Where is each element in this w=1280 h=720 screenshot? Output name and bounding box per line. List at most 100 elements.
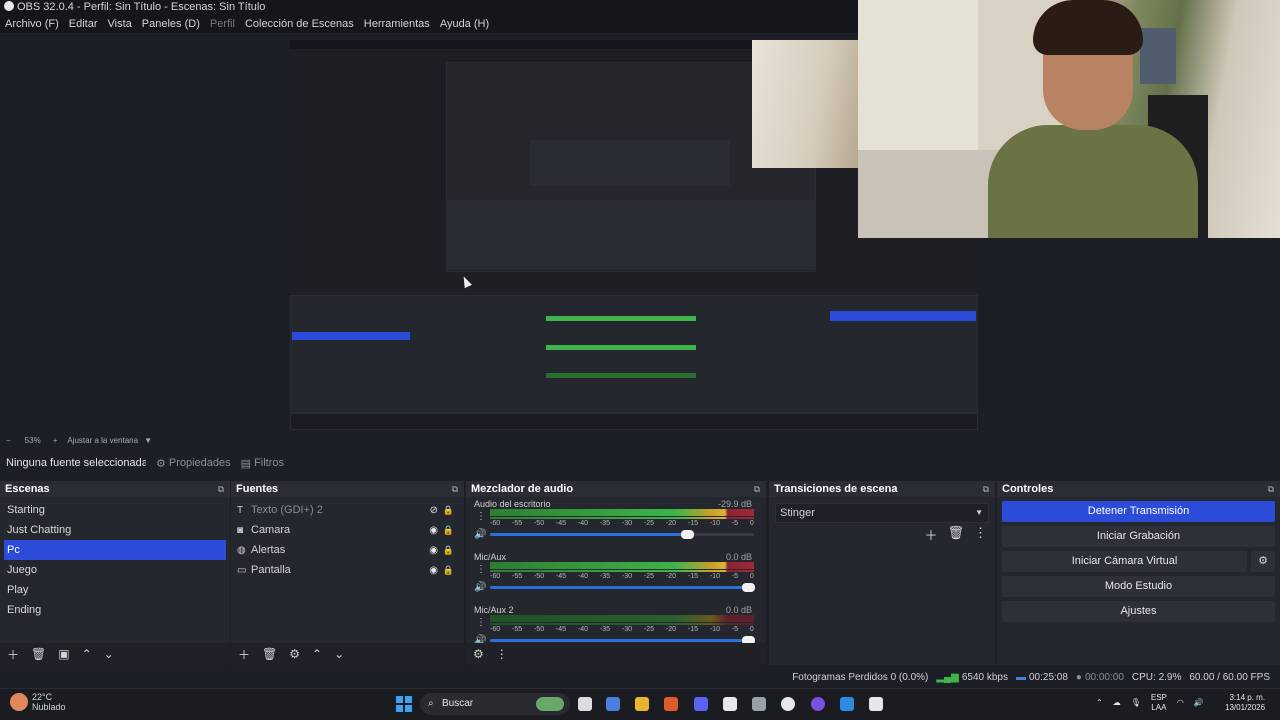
brave-browser-icon[interactable] bbox=[664, 697, 678, 711]
speaker-icon[interactable]: 🔊 bbox=[474, 529, 486, 540]
selected-source-label: Ninguna fuente seleccionada bbox=[6, 457, 146, 469]
studio-mode-button[interactable]: Modo Estudio bbox=[1002, 576, 1275, 597]
wifi-icon[interactable]: ◠ bbox=[1177, 698, 1184, 708]
copilot-icon[interactable] bbox=[606, 697, 620, 711]
app-circle-icon[interactable] bbox=[811, 697, 825, 711]
audio-mixer-dock: Mezclador de audio ⧉ Audio del escritorio… bbox=[466, 481, 766, 665]
start-virtual-camera-button[interactable]: Iniciar Cámara Virtual bbox=[1002, 551, 1247, 572]
cloud-icon[interactable]: ☁ bbox=[1113, 698, 1121, 708]
delete-scene-icon[interactable]: 🗑 bbox=[31, 647, 46, 661]
settings-app-icon[interactable] bbox=[752, 697, 766, 711]
keyboard-layout[interactable]: LAA bbox=[1151, 703, 1166, 712]
channel-menu-icon[interactable]: ⋮ bbox=[476, 617, 486, 628]
menu-paneles[interactable]: Paneles (D) bbox=[142, 18, 200, 30]
menu-archivo[interactable]: Archivo (F) bbox=[5, 18, 59, 30]
db-tick: -45 bbox=[555, 520, 567, 527]
source-item[interactable]: ◍ Alertas ◉ 🔒 bbox=[231, 540, 464, 560]
delete-source-icon[interactable]: 🗑 bbox=[262, 647, 277, 661]
system-clock[interactable]: 3:14 p. m. 13/01/2026 bbox=[1225, 693, 1265, 713]
level-meter-right bbox=[490, 623, 754, 625]
microphone-icon[interactable]: 🎙 bbox=[1131, 698, 1141, 708]
sources-dock: Fuentes ⧉ T Texto (GDI+) 2 ⊘ 🔒 ◙ Camara ◉ 🔒 ◍ Al… bbox=[231, 481, 464, 665]
discord-icon[interactable] bbox=[694, 697, 708, 711]
scene-filters-icon[interactable]: ▣ bbox=[58, 647, 69, 661]
eye-icon[interactable]: ◉ bbox=[429, 565, 438, 576]
lock-icon[interactable]: 🔒 bbox=[443, 545, 454, 556]
eye-icon[interactable]: ◉ bbox=[429, 545, 438, 556]
vscode-icon[interactable] bbox=[840, 697, 854, 711]
language-code[interactable]: ESP bbox=[1151, 693, 1167, 703]
float-dock-icon[interactable]: ⧉ bbox=[983, 481, 989, 497]
stop-stream-button[interactable]: Detener Transmisión bbox=[1002, 501, 1275, 522]
menu-coleccion-escenas[interactable]: Colección de Escenas bbox=[245, 18, 354, 30]
source-name: Camara bbox=[251, 524, 291, 536]
speaker-icon[interactable]: 🔊 bbox=[474, 582, 486, 593]
source-item[interactable]: ◙ Camara ◉ 🔒 bbox=[231, 520, 464, 540]
task-view-icon[interactable] bbox=[578, 697, 592, 711]
transition-menu-icon[interactable]: ⋮ bbox=[974, 525, 987, 544]
source-name: Alertas bbox=[251, 544, 286, 556]
lock-icon[interactable]: 🔒 bbox=[443, 565, 454, 576]
windows-start-icon[interactable] bbox=[396, 696, 412, 712]
channel-menu-icon[interactable]: ⋮ bbox=[476, 511, 486, 522]
menu-editar[interactable]: Editar bbox=[69, 18, 98, 30]
hidden-eye-icon[interactable]: ⊘ bbox=[430, 505, 438, 516]
scene-item-active[interactable]: Pc bbox=[4, 540, 226, 560]
float-dock-icon[interactable]: ⧉ bbox=[452, 481, 458, 497]
obs-taskbar-icon[interactable] bbox=[781, 697, 795, 711]
float-dock-icon[interactable]: ⧉ bbox=[754, 481, 760, 497]
mixer-menu-icon[interactable]: ⋮ bbox=[496, 647, 508, 661]
settings-button[interactable]: Ajustes bbox=[1002, 601, 1275, 622]
add-source-icon[interactable]: ＋ bbox=[238, 646, 250, 663]
menu-herramientas[interactable]: Herramientas bbox=[364, 18, 430, 30]
volume-slider[interactable] bbox=[490, 636, 755, 645]
volume-icon[interactable]: 🔊 bbox=[1194, 698, 1204, 708]
scene-item[interactable]: Just Chatting bbox=[0, 520, 230, 540]
menu-ayuda[interactable]: Ayuda (H) bbox=[440, 18, 489, 30]
properties-label: Propiedades bbox=[168, 457, 231, 469]
weather-widget[interactable]: 22°C Nublado bbox=[10, 692, 66, 712]
move-up-icon[interactable]: ⌃ bbox=[312, 647, 322, 661]
file-explorer-icon[interactable] bbox=[635, 697, 649, 711]
scene-item[interactable]: Play bbox=[0, 580, 230, 600]
source-item[interactable]: T Texto (GDI+) 2 ⊘ 🔒 bbox=[231, 500, 464, 520]
advanced-audio-icon[interactable]: ⚙ bbox=[473, 647, 484, 661]
transition-select[interactable]: Stinger ▼ bbox=[775, 503, 989, 523]
lock-icon[interactable]: 🔒 bbox=[443, 505, 454, 516]
volume-slider[interactable] bbox=[490, 583, 755, 592]
float-dock-icon[interactable]: ⧉ bbox=[218, 481, 224, 497]
widget-landscape-icon[interactable] bbox=[536, 697, 564, 711]
filters-button[interactable]: ▤ Filtros bbox=[241, 457, 284, 470]
move-down-icon[interactable]: ⌄ bbox=[334, 647, 344, 661]
channel-name: Mic/Aux 2 bbox=[474, 605, 514, 615]
zoom-out-button[interactable]: − bbox=[6, 436, 11, 445]
volume-slider[interactable] bbox=[490, 530, 754, 539]
zoom-in-button[interactable]: + bbox=[53, 436, 58, 445]
scene-item[interactable]: Starting bbox=[0, 500, 230, 520]
db-tick: -10 bbox=[709, 520, 720, 527]
channel-menu-icon[interactable]: ⋮ bbox=[476, 564, 486, 575]
add-scene-icon[interactable]: ＋ bbox=[7, 646, 19, 663]
add-transition-icon[interactable]: ＋ bbox=[924, 525, 937, 544]
audio-app-icon[interactable] bbox=[723, 697, 737, 711]
delete-transition-icon[interactable]: 🗑 bbox=[947, 525, 964, 544]
lock-icon[interactable]: 🔒 bbox=[443, 525, 454, 536]
channel-db: -29.9 dB bbox=[717, 499, 752, 509]
scene-item[interactable]: Ending bbox=[0, 600, 230, 620]
eye-icon[interactable]: ◉ bbox=[429, 525, 438, 536]
source-settings-gear-icon[interactable]: ⚙ bbox=[289, 647, 300, 661]
source-item[interactable]: ▭ Pantalla ◉ 🔒 bbox=[231, 560, 464, 580]
float-dock-icon[interactable]: ⧉ bbox=[1268, 481, 1274, 497]
zoom-dropdown-icon[interactable]: ▼ bbox=[144, 436, 152, 445]
tray-chevron-up-icon[interactable]: ⌃ bbox=[1096, 698, 1103, 708]
scene-item[interactable]: Juego bbox=[0, 560, 230, 580]
move-down-icon[interactable]: ⌄ bbox=[104, 647, 114, 661]
properties-button[interactable]: ⚙ Propiedades bbox=[156, 457, 231, 470]
menu-perfil[interactable]: Perfil bbox=[210, 18, 235, 30]
store-icon[interactable] bbox=[869, 697, 883, 711]
start-recording-button[interactable]: Iniciar Grabación bbox=[1002, 526, 1275, 547]
channel-db: 0.0 dB bbox=[725, 605, 752, 615]
move-up-icon[interactable]: ⌃ bbox=[82, 647, 92, 661]
menu-vista[interactable]: Vista bbox=[108, 18, 132, 30]
virtual-camera-gear-icon[interactable]: ⚙ bbox=[1251, 551, 1275, 572]
